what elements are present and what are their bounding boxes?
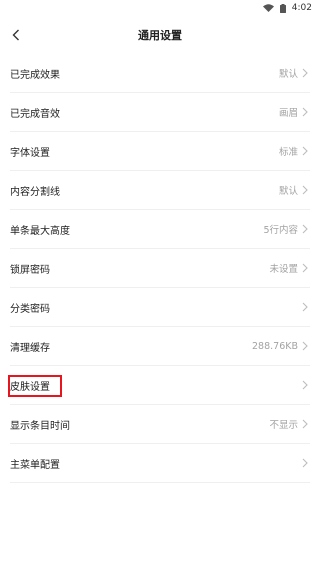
chevron-right-icon <box>302 458 310 468</box>
setting-value: 默认 <box>278 69 298 80</box>
chevron-right-icon <box>302 68 310 78</box>
setting-value: 未设置 <box>269 264 298 275</box>
setting-value: 画眉 <box>278 108 298 119</box>
setting-value: 5行内容 <box>263 225 298 236</box>
wifi-icon <box>262 4 274 12</box>
status-bar: 4:02 <box>0 0 320 16</box>
setting-label: 已完成效果 <box>10 69 60 81</box>
setting-label: 内容分割线 <box>10 186 60 198</box>
setting-row-category-password[interactable]: 分类密码 <box>10 288 310 327</box>
chevron-right-icon <box>302 263 310 273</box>
chevron-right-icon <box>302 380 310 390</box>
setting-label: 已完成音效 <box>10 108 60 120</box>
setting-label: 分类密码 <box>10 303 50 315</box>
back-button[interactable] <box>6 25 26 45</box>
setting-label: 单条最大高度 <box>10 225 70 237</box>
setting-row-font[interactable]: 字体设置 标准 <box>10 132 310 171</box>
status-time: 4:02 <box>291 3 312 13</box>
chevron-right-icon <box>302 224 310 234</box>
title-bar: 通用设置 <box>0 16 320 54</box>
setting-label: 主菜单配置 <box>10 459 60 471</box>
chevron-right-icon <box>302 185 310 195</box>
chevron-right-icon <box>302 419 310 429</box>
setting-label: 锁屏密码 <box>10 264 50 276</box>
setting-value: 不显示 <box>269 420 298 431</box>
setting-label: 字体设置 <box>10 147 50 159</box>
page-title: 通用设置 <box>138 29 182 42</box>
setting-label: 清理缓存 <box>10 342 50 354</box>
setting-label: 皮肤设置 <box>10 381 50 393</box>
chevron-right-icon <box>302 341 310 351</box>
setting-value: 标准 <box>278 147 298 158</box>
chevron-right-icon <box>302 302 310 312</box>
chevron-right-icon <box>302 146 310 156</box>
setting-row-main-menu[interactable]: 主菜单配置 <box>10 444 310 483</box>
setting-label: 显示条目时间 <box>10 420 70 432</box>
battery-icon <box>279 3 286 13</box>
chevron-right-icon <box>302 107 310 117</box>
settings-list: 已完成效果 默认 已完成音效 画眉 字体设置 标准 内容分割线 默认 单条最大高… <box>0 54 320 483</box>
setting-row-max-height[interactable]: 单条最大高度 5行内容 <box>10 210 310 249</box>
setting-row-divider[interactable]: 内容分割线 默认 <box>10 171 310 210</box>
setting-row-lock-password[interactable]: 锁屏密码 未设置 <box>10 249 310 288</box>
chevron-left-icon <box>12 29 19 41</box>
setting-row-skin[interactable]: 皮肤设置 <box>8 366 310 405</box>
setting-row-completed-effect[interactable]: 已完成效果 默认 <box>10 54 310 93</box>
setting-row-show-time[interactable]: 显示条目时间 不显示 <box>10 405 310 444</box>
setting-value: 默认 <box>278 186 298 197</box>
setting-value: 288.76KB <box>252 340 298 352</box>
setting-row-completed-sound[interactable]: 已完成音效 画眉 <box>10 93 310 132</box>
setting-row-clear-cache[interactable]: 清理缓存 288.76KB <box>10 327 310 366</box>
